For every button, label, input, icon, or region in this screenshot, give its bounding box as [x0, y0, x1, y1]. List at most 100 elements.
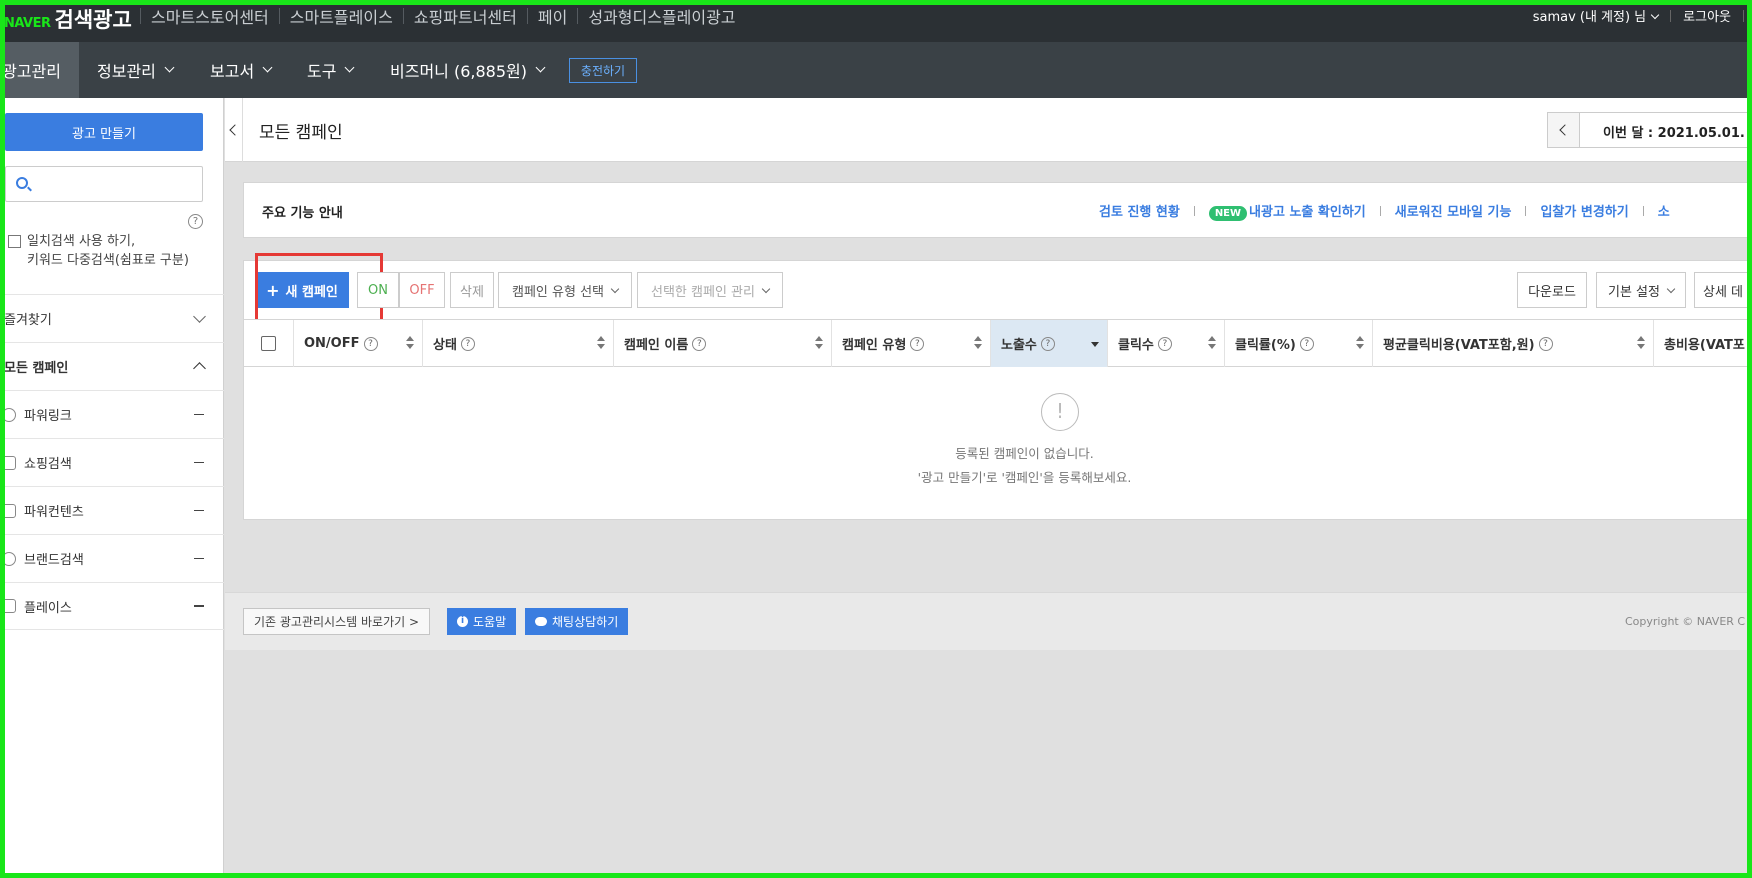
- sidebar-item-powercontents[interactable]: 파워컨텐츠: [0, 486, 224, 534]
- col-campaign-type[interactable]: 캠페인 유형?: [832, 320, 991, 367]
- sidebar-toggle-button[interactable]: [225, 98, 243, 162]
- sidebar-all-campaigns[interactable]: 모든 캠페인: [0, 342, 224, 390]
- col-clicks[interactable]: 클릭수?: [1108, 320, 1225, 367]
- col-impressions[interactable]: 노출수?: [991, 320, 1108, 367]
- page-header: 모든 캠페인 이번 달 : 2021.05.01. ~: [225, 98, 1752, 162]
- date-range-picker[interactable]: 이번 달 : 2021.05.01. ~: [1547, 112, 1752, 148]
- campaign-type-select[interactable]: 캠페인 유형 선택: [498, 272, 632, 308]
- collapse-minus-icon[interactable]: [194, 461, 204, 464]
- help-icon[interactable]: ?: [1538, 336, 1553, 351]
- help-icon[interactable]: ?: [363, 336, 378, 351]
- help-icon[interactable]: ?: [910, 336, 925, 351]
- nav-bizmoney[interactable]: 비즈머니 (6,885원): [390, 42, 546, 98]
- create-ad-button[interactable]: 광고 만들기: [5, 113, 203, 151]
- chat-consult-button[interactable]: 채팅상담하기: [525, 608, 629, 635]
- top-nav-pay[interactable]: 페이: [528, 4, 577, 28]
- manage-selected-select[interactable]: 선택한 캠페인 관리: [637, 272, 783, 308]
- sort-icon[interactable]: [597, 336, 605, 350]
- exact-search-option[interactable]: 일치검색 사용 하기, 키워드 다중검색(쉼표로 구분): [8, 232, 189, 270]
- col-avg-cpc[interactable]: 평균클릭비용(VAT포함,원)?: [1373, 320, 1654, 367]
- sort-icon[interactable]: [974, 336, 982, 350]
- sidebar-search-input[interactable]: [5, 166, 203, 202]
- col-campaign-name[interactable]: 캠페인 이름?: [614, 320, 832, 367]
- nav-info-management[interactable]: 정보관리: [97, 42, 175, 98]
- nav-reports[interactable]: 보고서: [210, 42, 273, 98]
- top-nav: 스마트스토어센터 스마트플레이스 쇼핑파트너센터 페이 성과형디스플레이광고: [140, 4, 746, 28]
- content-icon: [2, 503, 16, 518]
- sidebar-item-brand[interactable]: 브랜드검색: [0, 534, 224, 582]
- col-ctr[interactable]: 클릭률(%)?: [1225, 320, 1373, 367]
- sort-icon[interactable]: [406, 336, 414, 350]
- date-prev-button[interactable]: [1548, 113, 1580, 147]
- campaign-type-label: 쇼핑검색: [24, 457, 72, 472]
- col-label: 노출수: [1001, 338, 1037, 353]
- sidebar-item-place[interactable]: 플레이스: [0, 582, 224, 630]
- select-all-checkbox[interactable]: [261, 336, 276, 351]
- sidebar-item-powerlink[interactable]: 파워링크: [0, 390, 224, 438]
- link-mobile-features[interactable]: 새로워진 모바일 기능: [1395, 201, 1512, 220]
- sort-icon[interactable]: [1637, 336, 1645, 350]
- sidebar-favorites[interactable]: 즐겨찾기: [0, 294, 224, 342]
- link-ad-exposure[interactable]: NEW 내광고 노출 확인하기: [1208, 201, 1366, 221]
- col-label: 캠페인 이름: [624, 338, 689, 353]
- account-menu[interactable]: samav (내 계정) 님: [1533, 6, 1660, 25]
- top-nav-display-ads[interactable]: 성과형디스플레이광고: [578, 4, 745, 28]
- charge-button[interactable]: 충전하기: [569, 58, 637, 83]
- help-icon[interactable]: ?: [1040, 336, 1055, 351]
- col-label: ON/OFF: [304, 336, 360, 351]
- help-icon[interactable]: ?: [1299, 336, 1314, 351]
- col-status[interactable]: 상태?: [423, 320, 614, 367]
- download-button[interactable]: 다운로드: [1517, 272, 1587, 308]
- help-icon[interactable]: ?: [1157, 336, 1172, 351]
- help-icon[interactable]: ?: [460, 336, 475, 351]
- default-settings-select[interactable]: 기본 설정: [1596, 272, 1686, 308]
- alert-icon: !: [1041, 393, 1079, 431]
- page-title: 모든 캠페인: [259, 123, 343, 143]
- sort-icon[interactable]: [1356, 336, 1364, 350]
- nav-tools[interactable]: 도구: [307, 42, 355, 98]
- sort-icon[interactable]: [1208, 336, 1216, 350]
- collapse-minus-icon[interactable]: [194, 509, 204, 512]
- feature-guide: 주요 기능 안내 검토 진행 현황 NEW 내광고 노출 확인하기 새로워진 모바…: [243, 182, 1752, 238]
- chevron-down-icon: [761, 284, 771, 293]
- feature-guide-label: 주요 기능 안내: [262, 206, 343, 221]
- collapse-minus-icon[interactable]: [194, 413, 204, 416]
- chevron-down-icon: [345, 62, 355, 73]
- help-button[interactable]: i 도움말: [447, 608, 517, 635]
- col-label: 클릭률(%): [1235, 338, 1296, 353]
- delete-button[interactable]: 삭제: [450, 272, 494, 308]
- top-nav-smartplace[interactable]: 스마트플레이스: [280, 4, 403, 28]
- chevron-down-icon: [610, 284, 620, 293]
- top-nav-shopping-partner[interactable]: 쇼핑파트너센터: [404, 4, 527, 28]
- legacy-system-button[interactable]: 기존 광고관리시스템 바로가기 >: [243, 608, 431, 635]
- chevron-down-icon: [164, 62, 175, 73]
- details-button[interactable]: 상세 데: [1694, 272, 1752, 308]
- logout-link[interactable]: 로그아웃: [1683, 6, 1731, 25]
- nav-ad-management[interactable]: 광고관리: [0, 42, 79, 98]
- top-nav-smartstore[interactable]: 스마트스토어센터: [141, 4, 279, 28]
- link-more[interactable]: 소: [1658, 201, 1670, 220]
- help-icon[interactable]: ?: [692, 336, 707, 351]
- logo[interactable]: NAVER 검색광고: [4, 4, 132, 34]
- collapse-minus-icon[interactable]: [194, 557, 204, 560]
- collapse-minus-icon[interactable]: [194, 605, 204, 607]
- col-label: 상태: [433, 338, 457, 353]
- shopping-bag-icon: [2, 455, 16, 470]
- link-review-status[interactable]: 검토 진행 현황: [1099, 201, 1180, 220]
- chat-bubble-icon: [535, 617, 547, 626]
- link-bid-change[interactable]: 입찰가 변경하기: [1540, 201, 1628, 220]
- sort-icon[interactable]: [815, 336, 823, 350]
- col-total-cost[interactable]: 총비용(VAT포: [1654, 320, 1752, 367]
- campaign-panel: + 새 캠페인 ON OFF 삭제 캠페인 유형 선택 선택한 캠페인 관리 다운…: [243, 253, 1752, 520]
- nav-label: 보고서: [210, 62, 255, 81]
- off-button[interactable]: OFF: [399, 272, 445, 308]
- on-button[interactable]: ON: [357, 272, 399, 308]
- service-title: 검색광고: [54, 8, 132, 32]
- sidebar-item-shopping[interactable]: 쇼핑검색: [0, 438, 224, 486]
- col-onoff[interactable]: ON/OFF?: [294, 320, 423, 367]
- empty-state: ! 등록된 캠페인이 없습니다. '광고 만들기'로 '캠페인'을 등록해보세요…: [244, 369, 1752, 519]
- exact-search-checkbox[interactable]: [8, 235, 21, 248]
- divider: [1525, 205, 1527, 216]
- help-icon[interactable]: ?: [188, 214, 203, 229]
- sort-desc-icon[interactable]: [1091, 342, 1099, 347]
